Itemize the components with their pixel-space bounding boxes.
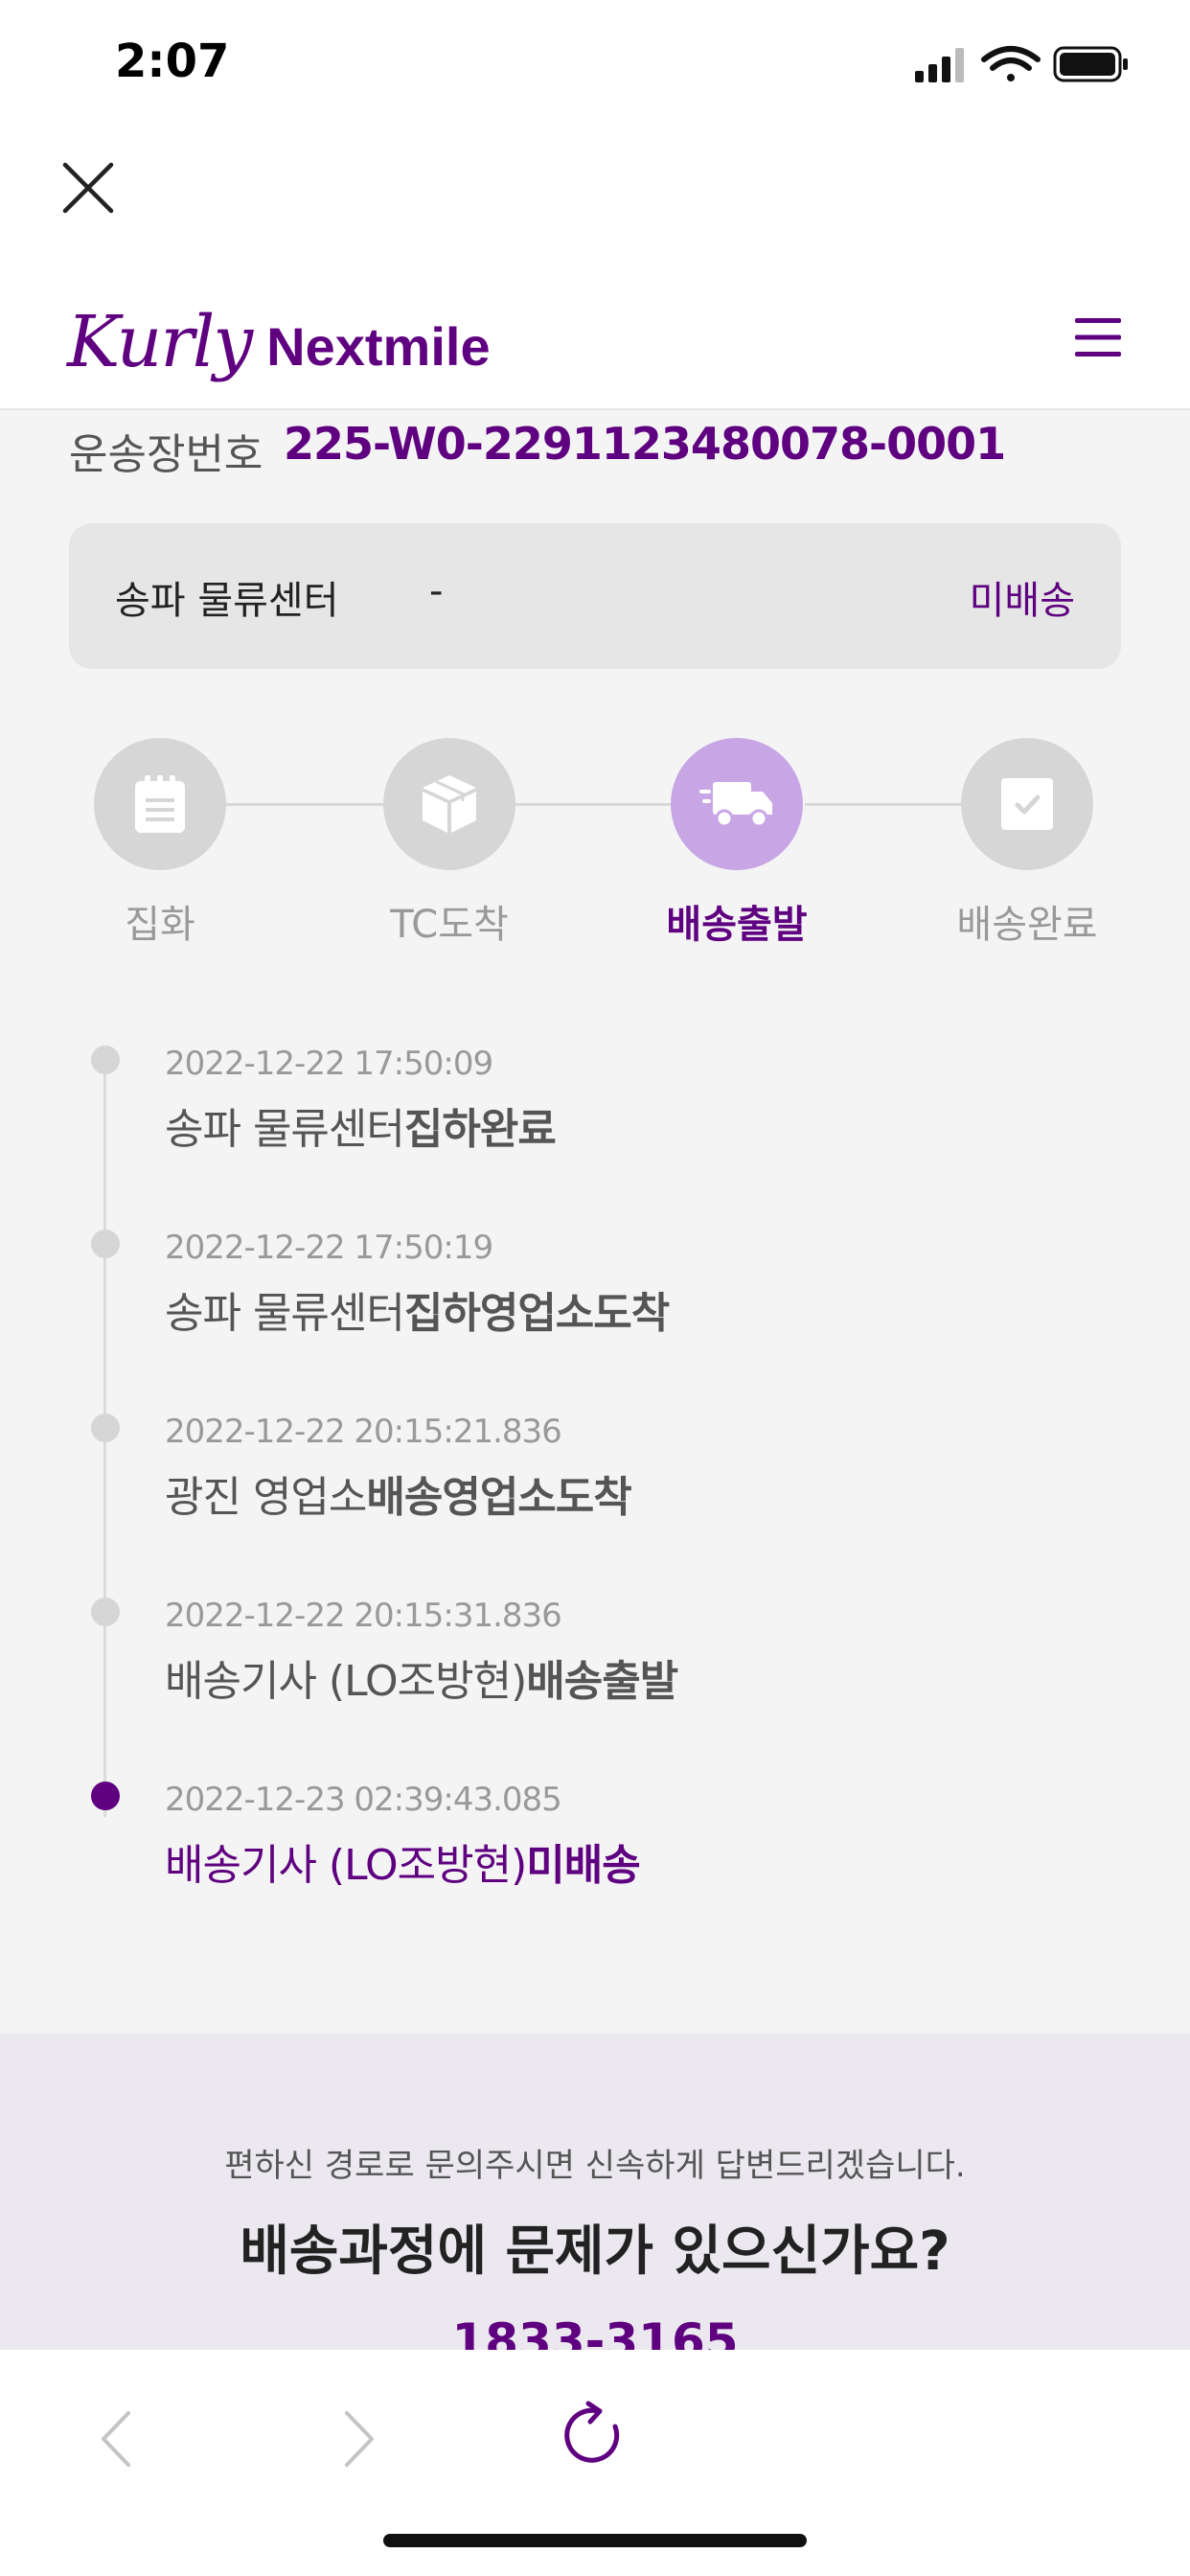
step-circle-pickup	[94, 738, 226, 870]
timeline-date: 2022-12-22 17:50:19	[165, 1229, 493, 1267]
center-dash: -	[429, 569, 444, 613]
home-indicator	[383, 2534, 807, 2547]
center-status-box: 송파 물류센터 - 미배송	[69, 523, 1121, 669]
step-circle-delivered	[961, 738, 1093, 870]
step-label-pickup: 집화	[125, 903, 195, 947]
timeline-dot	[91, 1598, 120, 1626]
forward-chevron-icon[interactable]	[335, 2405, 383, 2472]
step-circle-departure	[671, 738, 803, 870]
kurly-nextmile-logo[interactable]: Kurly Nextmile	[67, 288, 491, 383]
inquiry-title: 배송과정에 문제가 있으신가요?	[240, 2220, 950, 2283]
close-icon[interactable]	[57, 157, 119, 218]
timeline-event: 송파 물류센터집하영업소도착	[165, 1289, 670, 1338]
truck-icon	[699, 782, 772, 828]
timeline-dot-current	[91, 1782, 120, 1810]
timeline-date: 2022-12-22 20:15:21.836	[165, 1413, 562, 1451]
timeline-event: 송파 물류센터집하완료	[165, 1105, 557, 1154]
back-chevron-icon[interactable]	[92, 2405, 140, 2472]
inquiry-subtitle: 편하신 경로로 문의주시면 신속하게 답변드리겠습니다.	[224, 2147, 966, 2185]
logo-kurly-script: Kurly	[67, 301, 253, 383]
timeline-event: 배송기사 (LO조방현)배송출발	[165, 1657, 678, 1706]
timeline-dot	[91, 1230, 120, 1258]
center-name: 송파 물류센터	[115, 579, 339, 623]
wifi-icon	[981, 46, 1041, 81]
step-connector	[226, 803, 383, 806]
timeline-date: 2022-12-22 17:50:09	[165, 1045, 493, 1083]
step-circle-tc-arrival	[383, 738, 515, 870]
battery-icon	[1053, 46, 1128, 82]
timeline-date: 2022-12-23 02:39:43.085	[165, 1781, 562, 1819]
timeline-event-current: 배송기사 (LO조방현)미배송	[165, 1841, 641, 1890]
waybill-label: 운송장번호	[69, 430, 263, 479]
reload-icon[interactable]	[560, 2398, 630, 2474]
step-connector	[515, 803, 673, 806]
cellular-signal-icon	[915, 48, 964, 82]
hamburger-menu-icon[interactable]	[1075, 316, 1121, 358]
step-label-delivered: 배송완료	[956, 903, 1098, 947]
step-label-departure: 배송출발	[666, 903, 808, 947]
timeline-event: 광진 영업소배송영업소도착	[165, 1473, 632, 1522]
step-connector	[805, 803, 962, 806]
clipboard-icon	[135, 775, 185, 833]
box-icon	[423, 775, 476, 833]
check-icon	[1001, 778, 1053, 830]
inquiry-section: 편하신 경로로 문의주시면 신속하게 답변드리겠습니다. 배송과정에 문제가 있…	[0, 2034, 1190, 2369]
step-label-tc-arrival: TC도착	[390, 903, 509, 947]
center-status: 미배송	[969, 579, 1075, 623]
timeline-date: 2022-12-22 20:15:31.836	[165, 1597, 562, 1635]
timeline-dot	[91, 1046, 120, 1074]
status-icons	[915, 46, 1128, 82]
status-time: 2:07	[115, 34, 230, 88]
logo-nextmile-text: Nextmile	[266, 316, 491, 377]
timeline-dot	[91, 1414, 120, 1442]
waybill-number: 225-W0-2291123480078-0001	[284, 418, 1006, 470]
